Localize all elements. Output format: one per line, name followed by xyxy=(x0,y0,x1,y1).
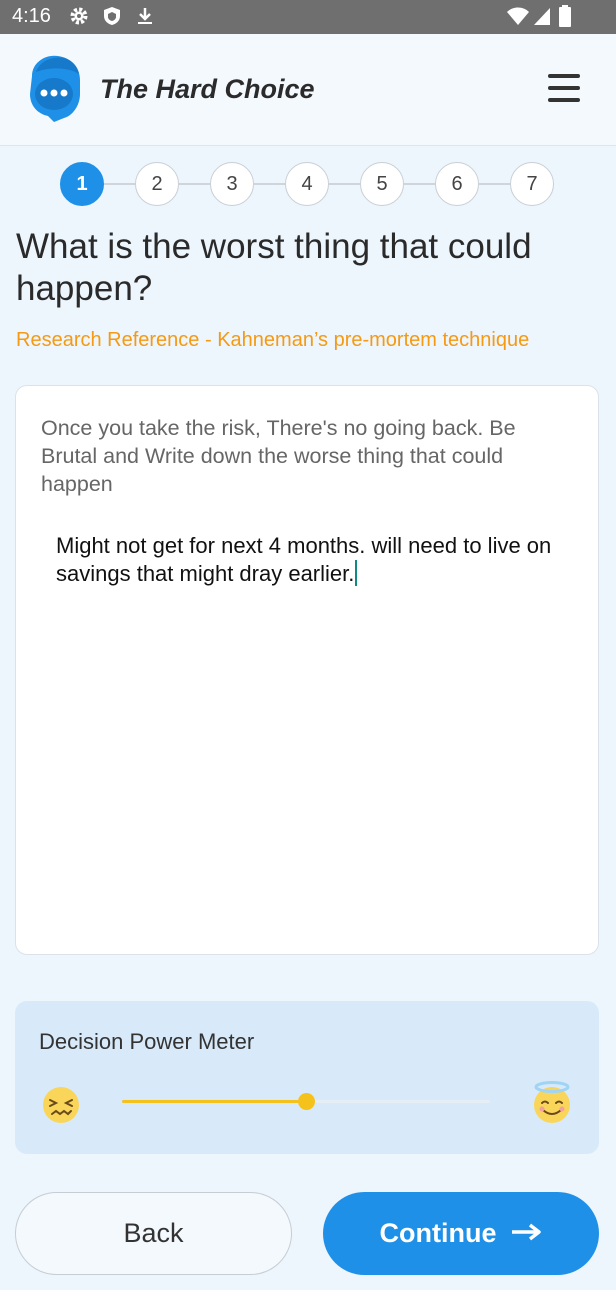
halo-face-icon xyxy=(531,1081,571,1123)
step-4[interactable]: 4 xyxy=(285,162,329,206)
hamburger-menu-icon xyxy=(548,74,580,78)
step-connector xyxy=(104,183,135,185)
hamburger-menu-icon-bar xyxy=(548,86,580,90)
status-time: 4:16 xyxy=(12,5,51,27)
answer-card[interactable]: Once you take the risk, There's no going… xyxy=(15,385,599,955)
gear-icon xyxy=(68,4,90,28)
power-slider[interactable] xyxy=(122,1093,490,1110)
app-title: The Hard Choice xyxy=(100,74,315,104)
decision-power-meter: Decision Power Meter xyxy=(15,1001,599,1154)
step-connector xyxy=(404,183,435,185)
slider-thumb[interactable] xyxy=(298,1093,315,1110)
research-reference-link[interactable]: Research Reference - Kahneman’s pre-mort… xyxy=(16,329,529,352)
status-bar: 4:16 xyxy=(0,0,616,34)
signal-icon xyxy=(532,4,552,28)
question-title: What is the worst thing that could happe… xyxy=(16,227,532,308)
step-1[interactable]: 1 xyxy=(60,162,104,206)
step-connector xyxy=(254,183,285,185)
step-connector xyxy=(329,183,360,185)
step-5[interactable]: 5 xyxy=(360,162,404,206)
back-button-label: Back xyxy=(123,1218,184,1248)
progress-stepper: 1 2 3 4 5 6 7 xyxy=(60,162,554,206)
text-cursor xyxy=(355,560,358,586)
confounded-face-icon xyxy=(41,1084,81,1124)
step-7[interactable]: 7 xyxy=(510,162,554,206)
step-connector xyxy=(179,183,210,185)
app-bar: The Hard Choice xyxy=(0,34,616,146)
battery-icon xyxy=(558,4,572,28)
wifi-icon xyxy=(506,4,530,28)
answer-text: Might not get for next 4 months. will ne… xyxy=(56,533,552,586)
card-instructions: Once you take the risk, There's no going… xyxy=(41,416,516,496)
slider-fill xyxy=(122,1100,306,1103)
back-button[interactable]: Back xyxy=(15,1192,292,1275)
step-2[interactable]: 2 xyxy=(135,162,179,206)
continue-button[interactable]: Continue xyxy=(323,1192,599,1275)
arrow-right-icon xyxy=(510,1218,542,1249)
continue-button-label: Continue xyxy=(379,1218,497,1248)
step-3[interactable]: 3 xyxy=(210,162,254,206)
shield-icon xyxy=(102,4,122,28)
download-icon xyxy=(136,4,154,28)
menu-button[interactable] xyxy=(544,70,584,106)
hamburger-menu-icon-bar xyxy=(548,98,580,102)
step-connector xyxy=(479,183,510,185)
answer-textarea[interactable]: Might not get for next 4 months. will ne… xyxy=(56,532,556,588)
meter-label: Decision Power Meter xyxy=(39,1029,255,1054)
step-6[interactable]: 6 xyxy=(435,162,479,206)
chat-head-icon xyxy=(24,54,84,122)
